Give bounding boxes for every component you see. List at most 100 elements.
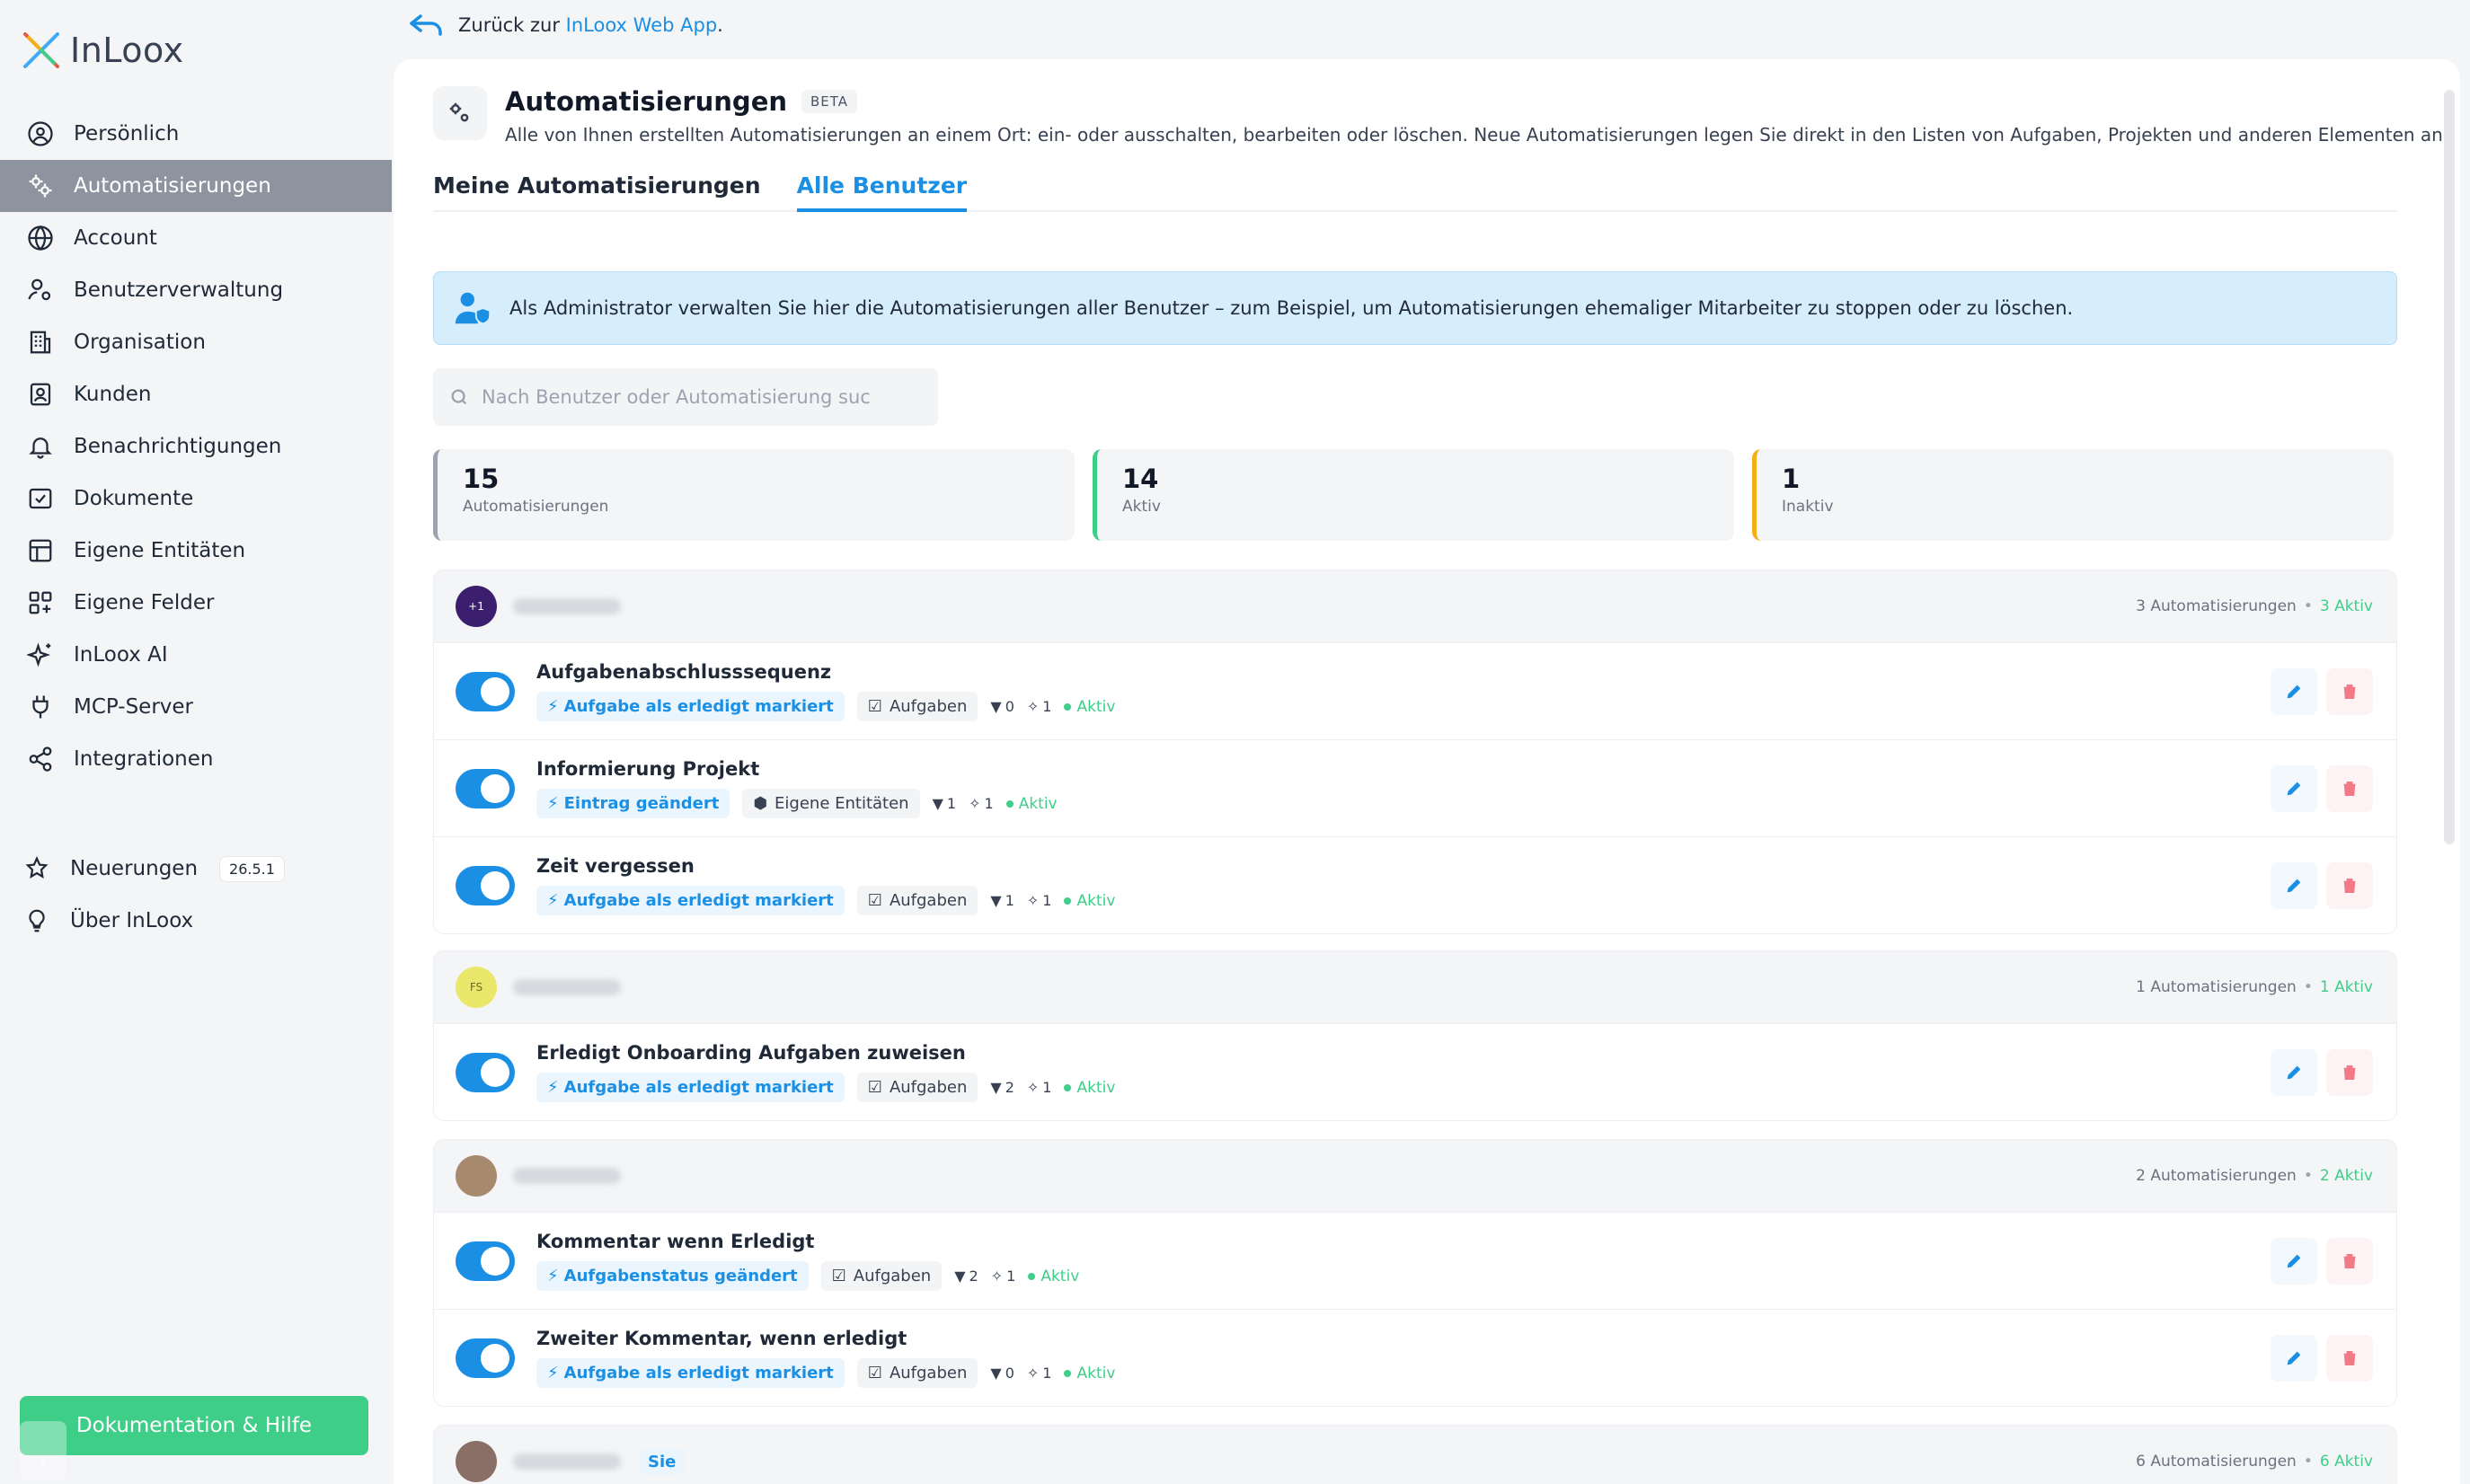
search-icon bbox=[451, 389, 467, 405]
inloox-logo[interactable]: InLoox bbox=[22, 31, 184, 70]
sidebar-item-integrationen[interactable]: Integrationen bbox=[0, 733, 392, 785]
action-count: ✧ 1 bbox=[1026, 1365, 1052, 1382]
admin-info-banner: Als Administrator verwalten Sie hier die… bbox=[433, 271, 2397, 345]
gears-icon bbox=[433, 86, 487, 140]
bolt-icon: ⚡ bbox=[547, 891, 559, 910]
automation-toggle[interactable] bbox=[456, 1241, 515, 1281]
automation-toggle[interactable] bbox=[456, 865, 515, 905]
sidebar-item-organisation[interactable]: Organisation bbox=[0, 316, 392, 368]
sidebar-item-label: Persönlich bbox=[74, 122, 180, 146]
backlink-link[interactable]: InLoox Web App bbox=[566, 14, 717, 36]
edit-button[interactable] bbox=[2271, 667, 2317, 715]
magic-wand-icon: ✧ bbox=[969, 795, 981, 812]
magic-wand-icon: ✧ bbox=[1026, 698, 1040, 715]
stat-inactive-label: Inaktiv bbox=[1782, 498, 1834, 516]
checkbox-icon: ☑ bbox=[867, 891, 882, 910]
sidebar-collapse-button[interactable]: › bbox=[20, 1421, 66, 1480]
bolt-icon: ⚡ bbox=[547, 1364, 559, 1382]
sidebar-item-benutzerverwaltung[interactable]: Benutzerverwaltung bbox=[0, 264, 392, 316]
entity-chip: ⬢ Eigene Entitäten bbox=[742, 789, 920, 818]
tab-meine-automatisierungen[interactable]: Meine Automatisierungen bbox=[433, 165, 761, 212]
trigger-chip: ⚡ Eintrag geändert bbox=[536, 789, 730, 818]
backlink-suffix: . bbox=[717, 14, 723, 36]
delete-button[interactable] bbox=[2326, 1334, 2373, 1382]
sidebar-item-eigene-felder[interactable]: Eigene Felder bbox=[0, 577, 392, 629]
checkbox-icon: ☑ bbox=[867, 697, 882, 716]
gears-icon bbox=[25, 171, 56, 201]
sidebar-item-automatisierungen[interactable]: Automatisierungen bbox=[0, 160, 392, 212]
user-group-header[interactable]: Sie 6 Automatisierungen • 6 Aktiv bbox=[434, 1426, 2396, 1484]
bolt-icon: ⚡ bbox=[547, 697, 559, 716]
sidebar-item-benachrichtigungen[interactable]: Benachrichtigungen bbox=[0, 420, 392, 473]
tab-alle-benutzer[interactable]: Alle Benutzer bbox=[796, 165, 968, 212]
edit-button[interactable] bbox=[2271, 764, 2317, 812]
automation-toggle[interactable] bbox=[456, 671, 515, 711]
sidebar-item-persoenlich[interactable]: Persönlich bbox=[0, 108, 392, 160]
delete-button[interactable] bbox=[2326, 764, 2373, 812]
sidebar-item-account[interactable]: Account bbox=[0, 212, 392, 264]
edit-button[interactable] bbox=[2271, 1237, 2317, 1285]
edit-button[interactable] bbox=[2271, 861, 2317, 909]
bolt-icon: ⚡ bbox=[547, 1078, 559, 1097]
group-meta: 3 Automatisierungen • 3 Aktiv bbox=[2136, 597, 2373, 615]
edit-button[interactable] bbox=[2271, 1334, 2317, 1382]
sidebar-secondary-nav: Neuerungen 26.5.1 Über InLoox bbox=[0, 843, 392, 947]
pencil-icon bbox=[2287, 1065, 2301, 1079]
sidebar-item-ueber-inloox[interactable]: Über InLoox bbox=[0, 895, 392, 947]
automation-toggle[interactable] bbox=[456, 1052, 515, 1092]
main-scrollbar[interactable] bbox=[2444, 90, 2455, 844]
user-group-header[interactable]: 2 Automatisierungen • 2 Aktiv bbox=[434, 1140, 2396, 1212]
document-check-icon bbox=[25, 483, 56, 514]
delete-button[interactable] bbox=[2326, 1237, 2373, 1285]
cube-icon: ⬢ bbox=[753, 794, 768, 813]
globe-icon bbox=[25, 223, 56, 253]
status-badge: Aktiv bbox=[1064, 698, 1115, 716]
trash-icon bbox=[2343, 1350, 2356, 1365]
delete-button[interactable] bbox=[2326, 667, 2373, 715]
sidebar-item-eigene-entitaeten[interactable]: Eigene Entitäten bbox=[0, 525, 392, 577]
automation-row: Zeit vergessen ⚡ Aufgabe als erledigt mar… bbox=[434, 836, 2396, 933]
user-group: Sie 6 Automatisierungen • 6 Aktiv bbox=[433, 1425, 2397, 1484]
automation-toggle[interactable] bbox=[456, 1338, 515, 1378]
admin-banner-text: Als Administrator verwalten Sie hier die… bbox=[509, 297, 2074, 319]
automation-title: Informierung Projekt bbox=[536, 758, 760, 780]
star-sparkle-icon bbox=[22, 853, 52, 884]
user-group-header[interactable]: FS 1 Automatisierungen • 1 Aktiv bbox=[434, 951, 2396, 1023]
delete-button[interactable] bbox=[2326, 861, 2373, 909]
search-field[interactable] bbox=[433, 368, 938, 426]
sidebar-item-mcp-server[interactable]: MCP-Server bbox=[0, 681, 392, 733]
pencil-icon bbox=[2287, 1351, 2301, 1365]
search-input[interactable] bbox=[482, 386, 895, 408]
automation-title: Zeit vergessen bbox=[536, 855, 695, 877]
group-meta: 6 Automatisierungen • 6 Aktiv bbox=[2136, 1453, 2373, 1471]
plug-icon bbox=[25, 692, 56, 722]
user-group-header[interactable]: +1 3 Automatisierungen • 3 Aktiv bbox=[434, 570, 2396, 642]
pencil-icon bbox=[2287, 1254, 2301, 1268]
filter-icon: ▼ bbox=[990, 698, 1002, 715]
stat-total-label: Automatisierungen bbox=[463, 498, 609, 516]
automation-toggle[interactable] bbox=[456, 768, 515, 808]
sidebar-item-label: Benutzerverwaltung bbox=[74, 278, 284, 302]
building-icon bbox=[25, 327, 56, 358]
documentation-help-button[interactable]: Dokumentation & Hilfe bbox=[20, 1396, 368, 1455]
logo-text: InLoox bbox=[70, 31, 184, 70]
edit-button[interactable] bbox=[2271, 1048, 2317, 1096]
avatar: FS bbox=[456, 967, 497, 1008]
delete-button[interactable] bbox=[2326, 1048, 2373, 1096]
sidebar-item-inloox-ai[interactable]: InLoox AI bbox=[0, 629, 392, 681]
share-nodes-icon bbox=[25, 744, 56, 774]
chevron-right-icon: › bbox=[40, 1454, 47, 1473]
magic-wand-icon: ✧ bbox=[990, 1268, 1004, 1285]
page-header: Automatisierungen BETA Alle von Ihnen er… bbox=[433, 86, 2448, 146]
checkbox-icon: ☑ bbox=[867, 1364, 882, 1382]
filter-count: ▼ 0 bbox=[990, 1365, 1014, 1382]
sidebar-item-kunden[interactable]: Kunden bbox=[0, 368, 392, 420]
sidebar-item-dokumente[interactable]: Dokumente bbox=[0, 473, 392, 525]
back-to-webapp[interactable]: Zurück zur InLoox Web App. bbox=[408, 13, 723, 38]
grid-icon bbox=[25, 587, 56, 618]
user-name-redacted bbox=[513, 598, 621, 614]
action-count: ✧ 1 bbox=[1026, 892, 1052, 909]
avatar bbox=[456, 1155, 497, 1197]
back-arrow-icon bbox=[410, 14, 442, 36]
sidebar-item-neuerungen[interactable]: Neuerungen 26.5.1 bbox=[0, 843, 392, 895]
